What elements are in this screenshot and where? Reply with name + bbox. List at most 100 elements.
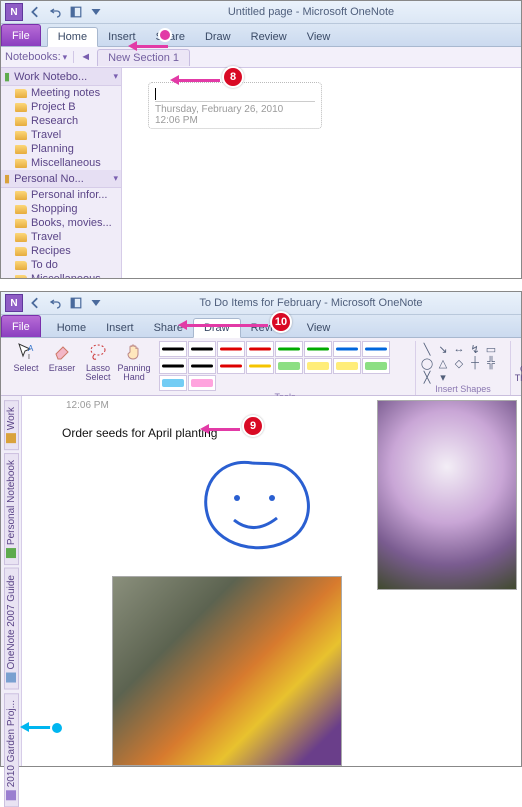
- notebook-vtab[interactable]: 2010 Garden Proj...: [4, 693, 19, 807]
- sidebar-item[interactable]: Research: [1, 114, 121, 128]
- tab-draw[interactable]: Draw: [193, 318, 241, 338]
- shape-axes-icon[interactable]: ┼: [468, 357, 482, 369]
- qat-undo-icon[interactable]: [47, 3, 65, 21]
- lasso-icon: [87, 341, 109, 363]
- eraser-button[interactable]: Eraser: [45, 341, 79, 373]
- note-title-container[interactable]: Thursday, February 26, 2010 12:06 PM: [148, 82, 322, 129]
- shape-arrow-icon[interactable]: ↘: [436, 343, 450, 355]
- pen-swatch[interactable]: [188, 341, 216, 357]
- page-canvas[interactable]: 12:06 PM Order seeds for April planting: [22, 396, 521, 766]
- shape-axes2-icon[interactable]: ╬: [484, 357, 498, 369]
- sidebar-item[interactable]: Meeting notes: [1, 86, 121, 100]
- notebooks-label[interactable]: Notebooks: ▾: [5, 51, 74, 63]
- folder-icon: [15, 233, 27, 242]
- qat-dock-icon[interactable]: [67, 294, 85, 312]
- quick-access-toolbar: N: [5, 3, 105, 21]
- note-text[interactable]: Order seeds for April planting: [62, 426, 217, 440]
- tab-home[interactable]: Home: [47, 319, 96, 337]
- tab-view[interactable]: View: [297, 28, 341, 46]
- page-canvas[interactable]: Thursday, February 26, 2010 12:06 PM: [122, 68, 521, 278]
- sidebar-item[interactable]: Recipes: [1, 244, 121, 258]
- notebook-header[interactable]: ▮Work Notebo...▾: [1, 68, 121, 86]
- pen-swatch[interactable]: [246, 341, 274, 357]
- note-time: 12:06 PM: [155, 115, 315, 126]
- notebook-vtab[interactable]: Work: [4, 400, 19, 450]
- sidebar-item[interactable]: Miscellaneous: [1, 272, 121, 278]
- shape-oval-icon[interactable]: ◯: [420, 357, 434, 369]
- sidebar-item[interactable]: To do: [1, 258, 121, 272]
- tab-view[interactable]: View: [297, 319, 341, 337]
- shapes-gallery[interactable]: ╲ ↘ ↔ ↯ ▭ ◯ △ ◇ ┼ ╬ ╳ ▾: [420, 341, 506, 383]
- tab-file[interactable]: File: [1, 315, 41, 337]
- pen-swatch[interactable]: [188, 358, 216, 374]
- shape-x-icon[interactable]: ╳: [420, 371, 434, 383]
- image-turnip[interactable]: [377, 400, 517, 590]
- pen-swatch[interactable]: [217, 358, 245, 374]
- nav-back-icon[interactable]: ◄: [74, 51, 97, 63]
- pen-swatch[interactable]: [159, 358, 187, 374]
- highlighter-swatch[interactable]: [362, 358, 390, 374]
- notebook-sidebar: ▮Work Notebo...▾Meeting notesProject BRe…: [1, 68, 122, 278]
- qat-back-icon[interactable]: [27, 3, 45, 21]
- sidebar-item[interactable]: Shopping: [1, 202, 121, 216]
- shape-rect-icon[interactable]: ▭: [484, 343, 498, 355]
- section-tab-new[interactable]: New Section 1: [97, 49, 190, 66]
- panning-button[interactable]: Panning Hand: [117, 341, 151, 382]
- pen-swatch[interactable]: [333, 341, 361, 357]
- pen-swatch[interactable]: [246, 358, 274, 374]
- folder-icon: [15, 247, 27, 256]
- folder-icon: [15, 145, 27, 154]
- shape-diamond-icon[interactable]: ◇: [452, 357, 466, 369]
- pen-swatch[interactable]: [159, 341, 187, 357]
- highlighter-swatch[interactable]: [275, 358, 303, 374]
- pen-gallery[interactable]: [159, 341, 411, 391]
- folder-icon: [15, 191, 27, 200]
- pen-swatch[interactable]: [275, 341, 303, 357]
- shape-more-icon[interactable]: ▾: [436, 371, 450, 383]
- sidebar-item[interactable]: Travel: [1, 230, 121, 244]
- sidebar-item[interactable]: Miscellaneous: [1, 156, 121, 170]
- sidebar-item[interactable]: Travel: [1, 128, 121, 142]
- sidebar-item[interactable]: Books, movies...: [1, 216, 121, 230]
- note-title-input[interactable]: [155, 87, 315, 102]
- notebook-icon: [6, 433, 16, 443]
- notebook-icon: ▮: [4, 70, 10, 83]
- pen-swatch[interactable]: [217, 341, 245, 357]
- shape-tri-icon[interactable]: △: [436, 357, 450, 369]
- shape-2arrow-icon[interactable]: ↔: [452, 343, 466, 355]
- highlighter-swatch[interactable]: [304, 358, 332, 374]
- folder-icon: [15, 205, 27, 214]
- pen-swatch[interactable]: [362, 341, 390, 357]
- qat-dropdown-icon[interactable]: [87, 294, 105, 312]
- text-cursor: [155, 88, 156, 100]
- notebook-vtab[interactable]: Personal Notebook: [4, 453, 19, 565]
- sidebar-item[interactable]: Personal infor...: [1, 188, 121, 202]
- highlighter-swatch[interactable]: [333, 358, 361, 374]
- sidebar-item[interactable]: Project B: [1, 100, 121, 114]
- qat-dropdown-icon[interactable]: [87, 3, 105, 21]
- folder-icon: [15, 117, 27, 126]
- tab-file[interactable]: File: [1, 24, 41, 46]
- shape-zig-icon[interactable]: ↯: [468, 343, 482, 355]
- qat-back-icon[interactable]: [27, 294, 45, 312]
- lasso-button[interactable]: Lasso Select: [81, 341, 115, 382]
- color-thickness-button[interactable]: Color & Thickness: [515, 341, 522, 383]
- highlighter-swatch[interactable]: [159, 375, 187, 391]
- image-carrots[interactable]: [112, 576, 342, 766]
- ribbon-tabs: File Home Insert Share Draw Review View: [1, 24, 521, 47]
- tab-draw[interactable]: Draw: [195, 28, 241, 46]
- pen-swatch[interactable]: [304, 341, 332, 357]
- sidebar-item[interactable]: Planning: [1, 142, 121, 156]
- highlighter-swatch[interactable]: [188, 375, 216, 391]
- shape-line-icon[interactable]: ╲: [420, 343, 434, 355]
- notebook-header[interactable]: ▮Personal No...▾: [1, 170, 121, 188]
- tab-insert[interactable]: Insert: [98, 28, 146, 46]
- tab-insert[interactable]: Insert: [96, 319, 144, 337]
- notebook-icon: [6, 548, 16, 558]
- tab-home[interactable]: Home: [47, 27, 98, 47]
- tab-review[interactable]: Review: [241, 28, 297, 46]
- qat-dock-icon[interactable]: [67, 3, 85, 21]
- qat-undo-icon[interactable]: [47, 294, 65, 312]
- select-button[interactable]: AI Select: [9, 341, 43, 373]
- notebook-vtab[interactable]: OneNote 2007 Guide: [4, 568, 19, 690]
